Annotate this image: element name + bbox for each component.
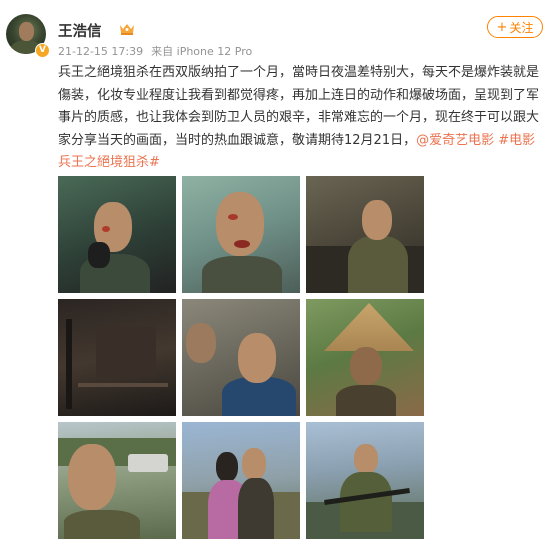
photo-grid — [58, 176, 424, 550]
straw-hat — [324, 303, 414, 351]
photo-conical-straw-hat[interactable] — [306, 299, 424, 416]
post-meta: 21-12-15 17:39 来自 iPhone 12 Pro — [58, 43, 252, 59]
post-text: 兵王之絕境狙杀在西双版纳拍了一个月，當時日夜温差特别大，每天不是爆炸装就是傷装，… — [58, 62, 540, 175]
vip-crown-icon[interactable] — [118, 22, 136, 36]
photo-soldier-in-jeep[interactable] — [306, 176, 424, 293]
plus-icon: + — [496, 19, 508, 35]
mention-link[interactable]: @爱奇艺电影 — [416, 133, 494, 148]
photo-makeup-bloody-face[interactable] — [58, 176, 176, 293]
photo-group-selfie-girl[interactable] — [182, 422, 300, 539]
photo-selfie-outdoor-road[interactable] — [58, 422, 176, 539]
follow-button[interactable]: + 关注 — [487, 16, 543, 38]
post-date[interactable]: 21-12-15 17:39 — [58, 45, 143, 58]
photo-soldier-kneeling-rifle[interactable] — [306, 422, 424, 539]
username[interactable]: 王浩信 — [58, 20, 102, 41]
follow-label: 关注 — [509, 20, 534, 35]
avatar-face — [19, 22, 34, 41]
photo-dark-night-set[interactable] — [58, 299, 176, 416]
post-source: 来自 iPhone 12 Pro — [151, 45, 253, 58]
verified-v-icon: V — [35, 43, 50, 58]
photo-bloody-face-closeup[interactable] — [182, 176, 300, 293]
photo-selfie-behind-scenes[interactable] — [182, 299, 300, 416]
